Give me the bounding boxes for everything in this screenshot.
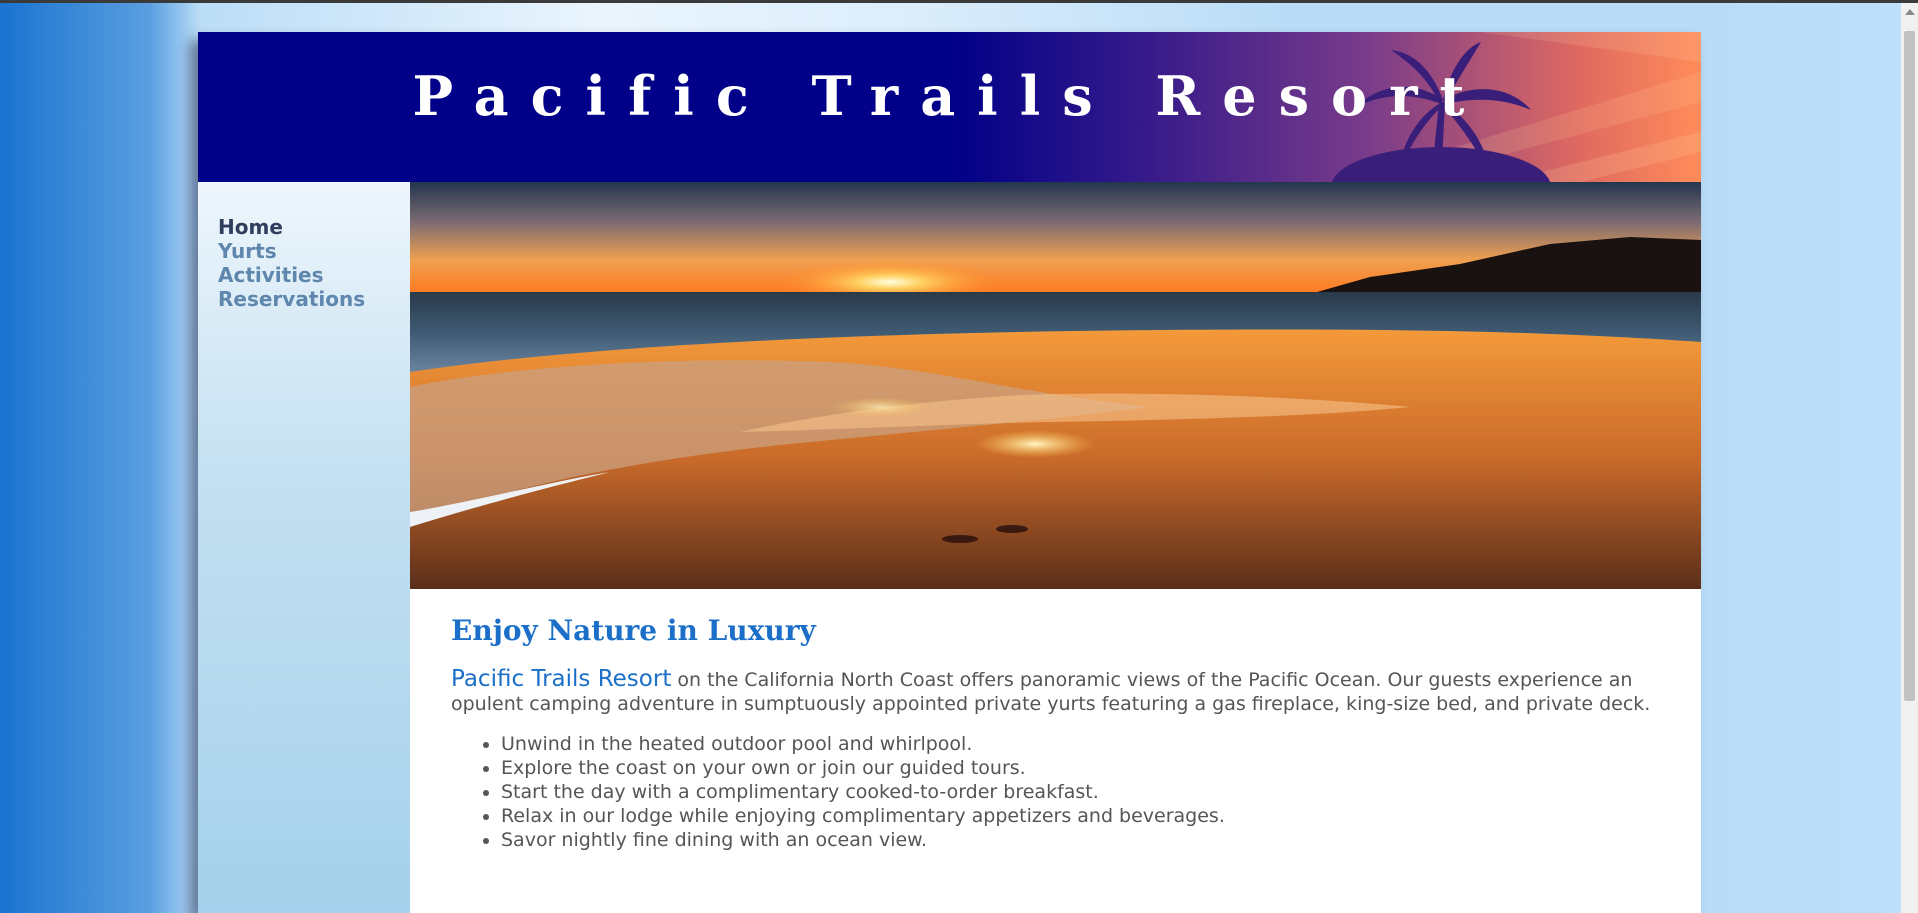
- scroll-up-icon[interactable]: [1905, 9, 1915, 15]
- scrollbar-thumb[interactable]: [1904, 31, 1915, 701]
- nav-link-reservations[interactable]: Reservations: [218, 287, 410, 311]
- nav-link-home[interactable]: Home: [218, 215, 410, 239]
- list-item: Unwind in the heated outdoor pool and wh…: [501, 732, 1681, 756]
- list-item: Relax in our lodge while enjoying compli…: [501, 804, 1681, 828]
- nav-link-yurts[interactable]: Yurts: [218, 239, 410, 263]
- intro-paragraph: Pacific Trails Resort on the California …: [451, 667, 1681, 716]
- vertical-scrollbar[interactable]: [1901, 3, 1918, 913]
- site-title: Pacific Trails Resort: [412, 64, 1487, 128]
- page-heading: Enjoy Nature in Luxury: [451, 614, 816, 647]
- list-item: Explore the coast on your own or join ou…: [501, 756, 1681, 780]
- page-wrapper: Pacific Trails Resort Home Yurts Activit…: [198, 32, 1701, 913]
- feature-list: Unwind in the heated outdoor pool and wh…: [451, 732, 1681, 852]
- list-item: Start the day with a complimentary cooke…: [501, 780, 1681, 804]
- resort-name: Pacific Trails Resort: [451, 666, 672, 692]
- main-content: Enjoy Nature in Luxury Pacific Trails Re…: [451, 592, 1681, 852]
- hero-image: [410, 182, 1701, 589]
- sidebar-nav: Home Yurts Activities Reservations: [198, 182, 410, 913]
- list-item: Savor nightly fine dining with an ocean …: [501, 828, 1681, 852]
- nav-link-activities[interactable]: Activities: [218, 263, 410, 287]
- site-header: Pacific Trails Resort: [198, 32, 1701, 182]
